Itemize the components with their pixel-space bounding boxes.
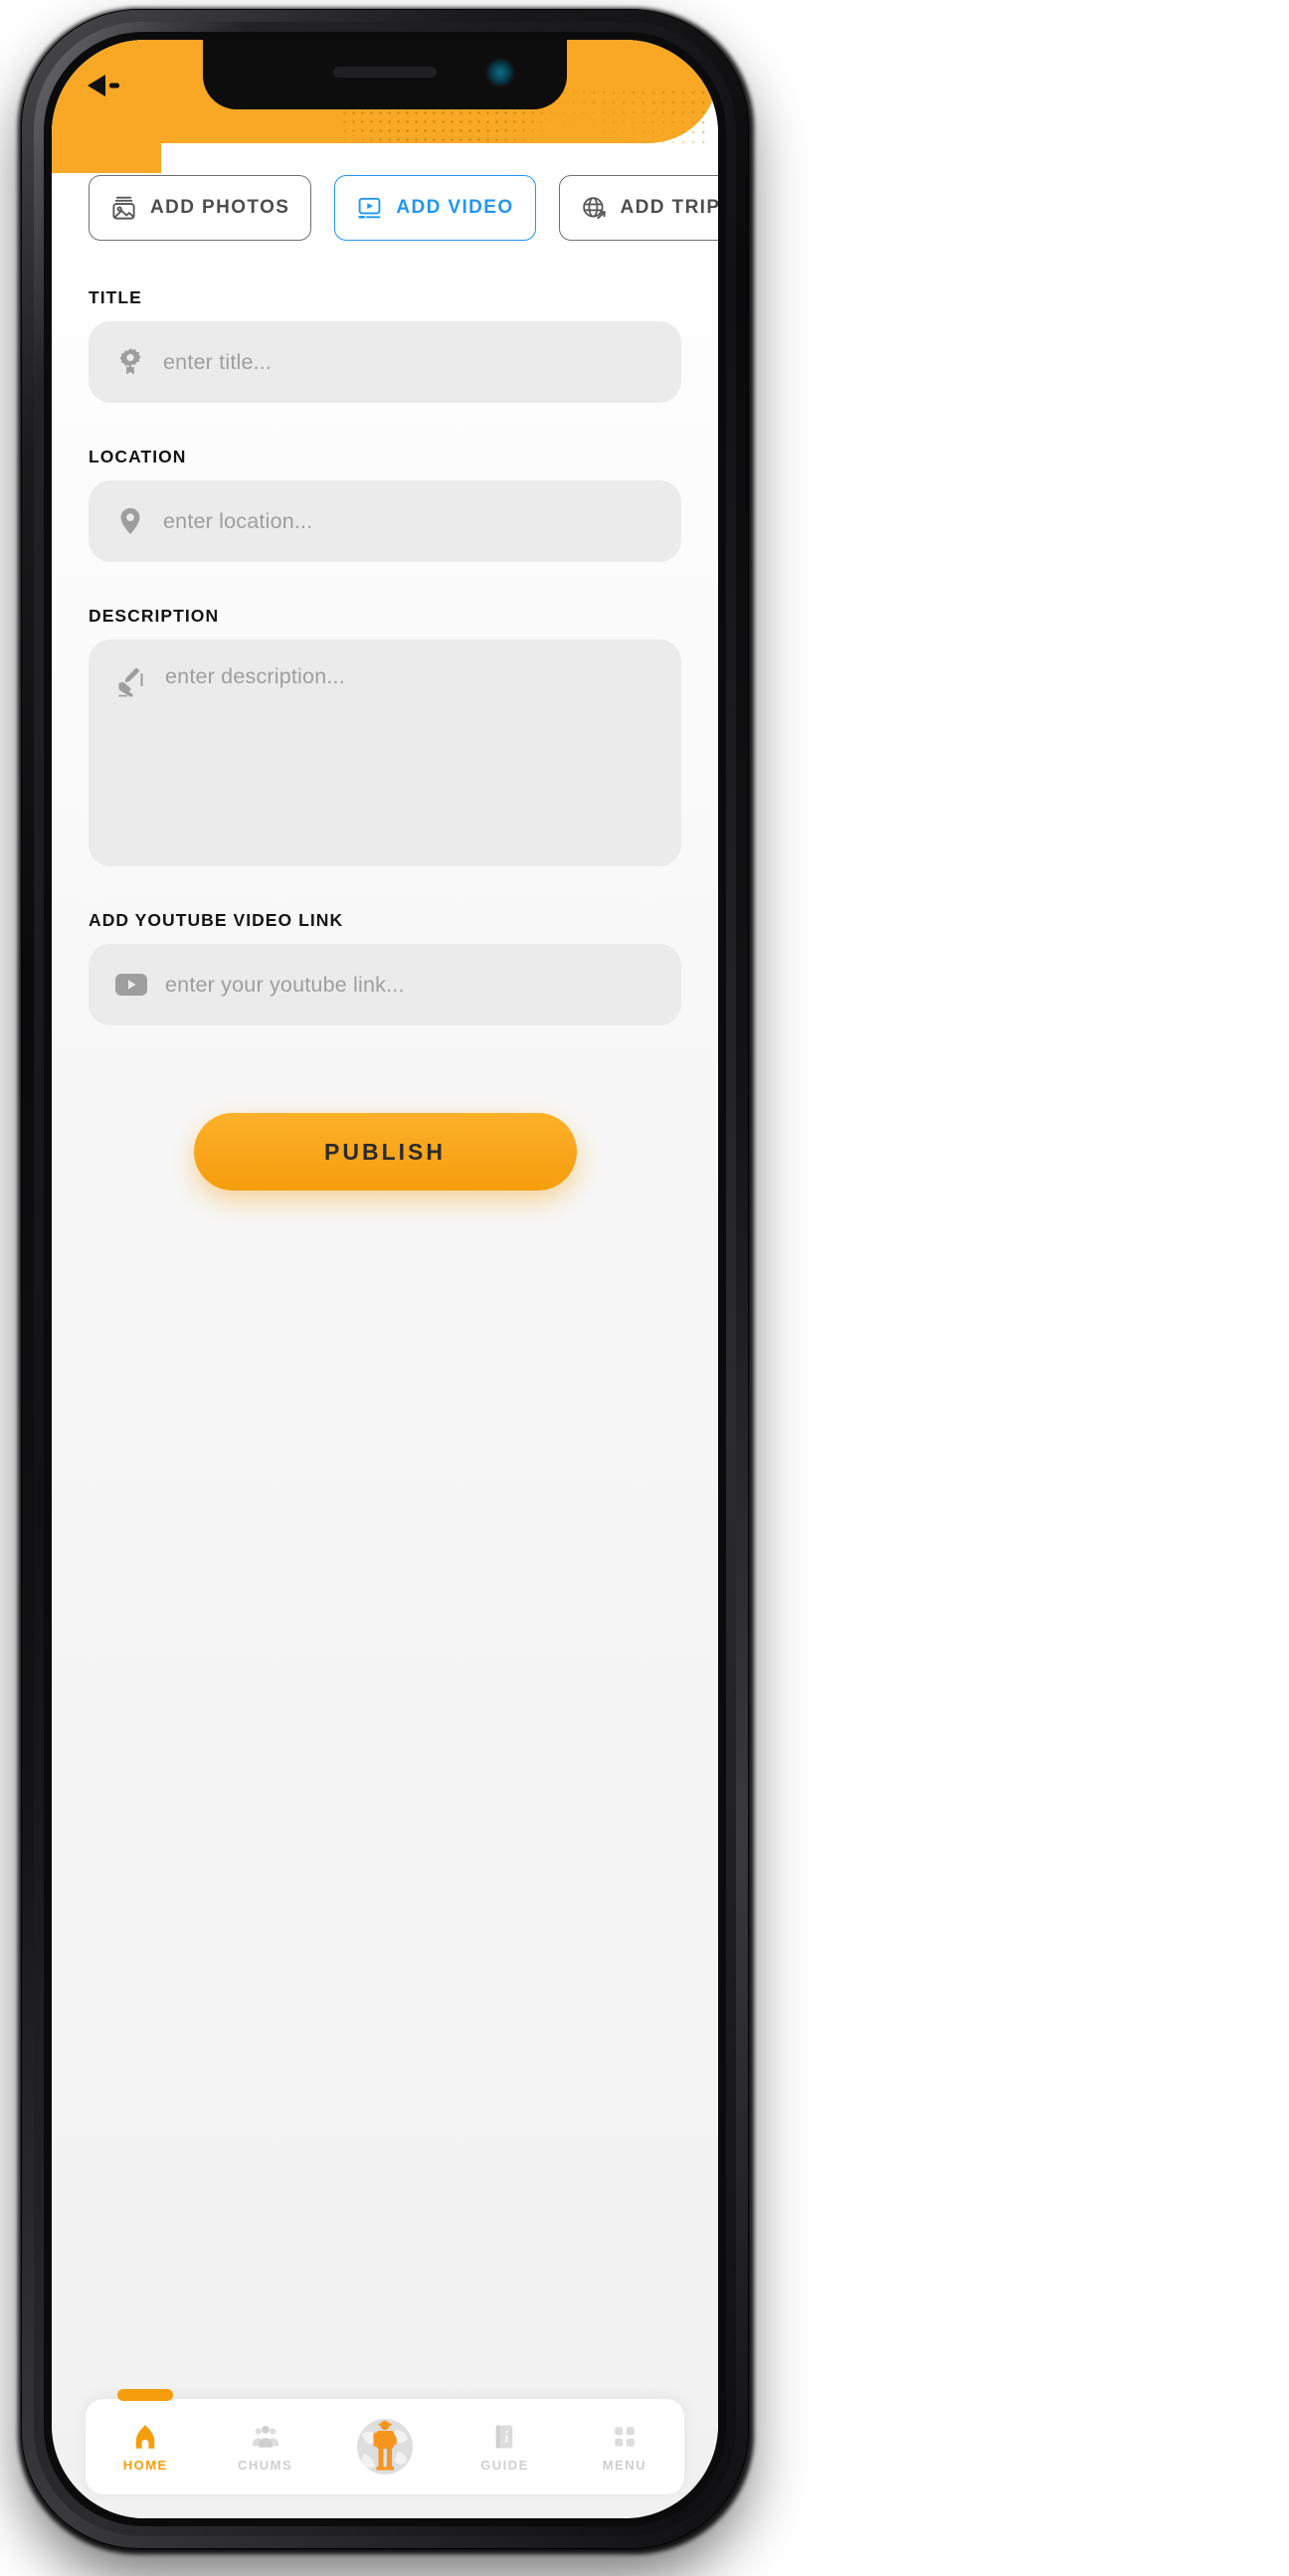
title-field-group: TITLE enter title... xyxy=(52,287,718,403)
badge-award-icon xyxy=(114,346,146,378)
people-icon xyxy=(252,2425,278,2448)
nav-label: GUIDE xyxy=(480,2457,529,2473)
nav-item-chums[interactable]: CHUMS xyxy=(205,2399,324,2494)
location-label: LOCATION xyxy=(89,447,187,466)
bottom-navigation: HOME CHUMS GUIDE MENU xyxy=(86,2389,684,2494)
title-placeholder: enter title... xyxy=(163,349,273,374)
location-field-group: LOCATION enter location... xyxy=(52,447,718,562)
tab-add-photos[interactable]: ADD PHOTOS xyxy=(89,175,312,241)
youtube-field-group: ADD YOUTUBE VIDEO LINK enter your youtub… xyxy=(52,910,718,1025)
image-icon xyxy=(110,195,137,222)
youtube-placeholder: enter your youtube link... xyxy=(165,972,405,997)
nav-label: HOME xyxy=(122,2457,168,2473)
home-icon xyxy=(135,2424,155,2449)
nav-item-guide[interactable]: GUIDE xyxy=(445,2399,564,2494)
nav-item-menu[interactable]: MENU xyxy=(565,2399,684,2494)
device-notch xyxy=(203,40,567,107)
phone-screen: ADD PHOTOS ADD VIDEO ADD TRIP TITLE ente… xyxy=(52,40,718,2518)
description-field-group: DESCRIPTION enter description... xyxy=(52,606,718,866)
youtube-link-input[interactable]: enter your youtube link... xyxy=(89,944,681,1025)
title-input[interactable]: enter title... xyxy=(89,321,681,403)
map-pin-icon xyxy=(114,505,146,537)
active-tab-indicator xyxy=(117,2389,174,2401)
tab-add-video[interactable]: ADD VIDEO xyxy=(334,175,536,241)
back-button[interactable] xyxy=(84,66,137,105)
nav-item-traveler[interactable] xyxy=(325,2414,445,2480)
earpiece-speaker xyxy=(333,67,437,78)
video-icon xyxy=(356,195,383,222)
location-input[interactable]: enter location... xyxy=(89,480,681,562)
nav-item-home[interactable]: HOME xyxy=(86,2389,205,2494)
location-placeholder: enter location... xyxy=(163,508,313,533)
tab-label: ADD TRIP xyxy=(620,197,718,218)
description-placeholder: enter description... xyxy=(165,664,345,688)
description-label: DESCRIPTION xyxy=(89,606,220,626)
back-arrow-icon xyxy=(88,75,119,96)
page-content: ADD PHOTOS ADD VIDEO ADD TRIP TITLE ente… xyxy=(52,143,718,2518)
tab-label: ADD PHOTOS xyxy=(150,197,290,218)
guide-book-icon xyxy=(496,2425,513,2448)
youtube-play-icon xyxy=(114,972,148,998)
writing-hand-icon xyxy=(114,664,148,698)
nav-label: CHUMS xyxy=(238,2457,293,2473)
tab-add-trip[interactable]: ADD TRIP xyxy=(558,175,718,241)
traveler-globe-icon xyxy=(357,2419,414,2475)
publish-button[interactable]: PUBLISH xyxy=(193,1113,577,1191)
nav-label: MENU xyxy=(602,2457,646,2473)
front-camera xyxy=(487,60,513,86)
title-label: TITLE xyxy=(89,287,142,307)
description-input[interactable]: enter description... xyxy=(89,640,681,866)
grid-menu-icon xyxy=(615,2426,635,2447)
globe-plane-icon xyxy=(581,195,608,222)
publish-area: PUBLISH xyxy=(52,1113,718,1191)
tab-label: ADD VIDEO xyxy=(396,197,514,218)
youtube-label: ADD YOUTUBE VIDEO LINK xyxy=(89,910,344,930)
screenshot-stage: ADD PHOTOS ADD VIDEO ADD TRIP TITLE ente… xyxy=(0,0,1289,2576)
